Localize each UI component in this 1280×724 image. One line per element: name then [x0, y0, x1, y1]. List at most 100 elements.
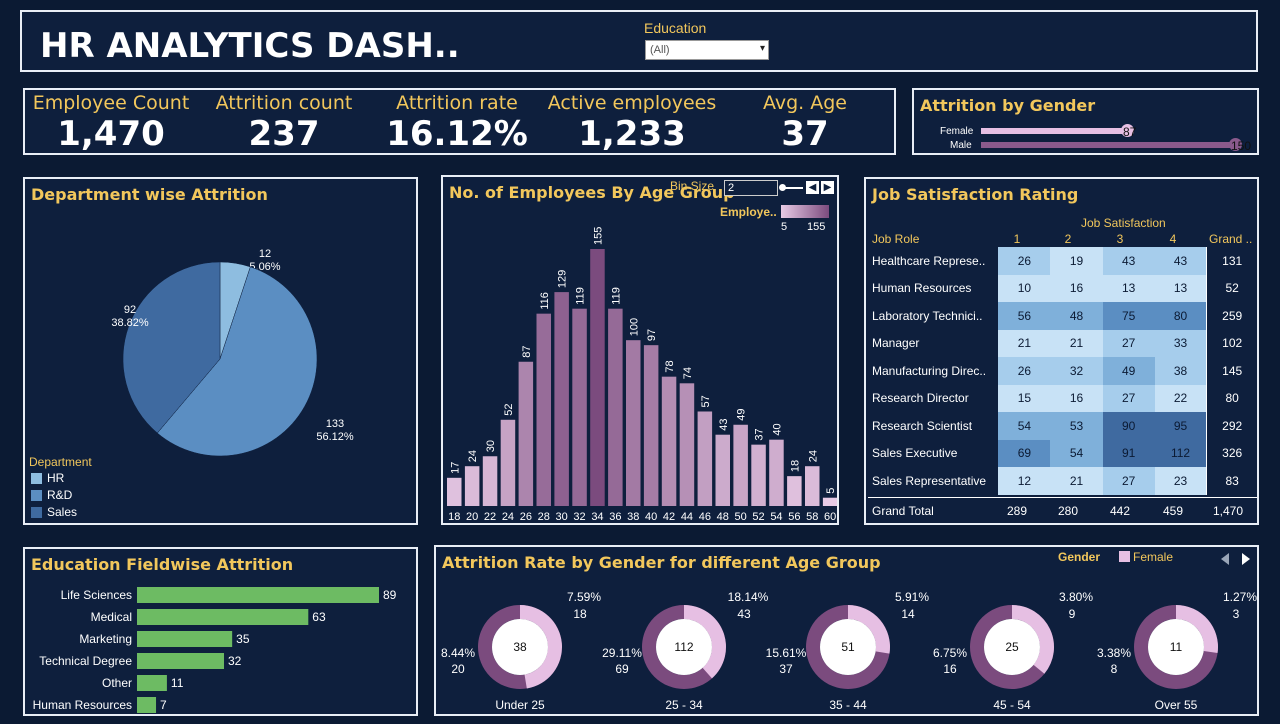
age-bar[interactable]: [715, 434, 731, 506]
satisfaction-cell[interactable]: 16: [1050, 384, 1103, 412]
satisfaction-cell[interactable]: 75: [1102, 302, 1155, 330]
satisfaction-cell[interactable]: 56: [998, 302, 1051, 330]
satisfaction-cell[interactable]: 23: [1154, 467, 1207, 495]
age-bar[interactable]: [661, 376, 677, 506]
age-bar[interactable]: [643, 345, 659, 506]
age-bar[interactable]: [500, 419, 516, 506]
satisfaction-cell[interactable]: 32: [1050, 357, 1103, 385]
age-bar[interactable]: [572, 308, 587, 506]
age-bar[interactable]: [822, 497, 837, 506]
satisfaction-cell[interactable]: 54: [1050, 439, 1103, 467]
female-count-label: 3: [1233, 607, 1240, 621]
table-row[interactable]: Human Resources 10 16 13 13 52: [868, 274, 1257, 302]
satisfaction-cell[interactable]: 21: [1050, 329, 1103, 357]
satisfaction-cell[interactable]: 26: [998, 357, 1051, 385]
satisfaction-cell[interactable]: 10: [998, 274, 1051, 302]
education-field-bar-chart[interactable]: Life Sciences 89 Medical 63 Marketing 35 Techn…: [25, 549, 416, 714]
age-group-histogram[interactable]: 17 18 24 20 30 22 52 24 87 26 116 28 129 30 119 32 155 34…: [443, 177, 837, 523]
education-filter-select[interactable]: (All) ▾: [645, 40, 769, 60]
table-row[interactable]: Manufacturing Direc.. 26 32 49 38 145: [868, 357, 1257, 385]
satisfaction-cell[interactable]: 19: [1050, 247, 1103, 275]
department-pie-chart[interactable]: 125.06%13356.12%9238.82%: [25, 179, 416, 523]
satisfaction-cell[interactable]: 22: [1154, 384, 1207, 412]
age-bar[interactable]: [536, 313, 552, 506]
satisfaction-cell[interactable]: 48: [1050, 302, 1103, 330]
age-bar[interactable]: [447, 477, 462, 506]
education-bar[interactable]: [137, 609, 309, 625]
table-row[interactable]: Research Director 15 16 27 22 80: [868, 384, 1257, 412]
satisfaction-cell[interactable]: 27: [1102, 467, 1155, 495]
legend-swatch: [31, 507, 42, 518]
age-tick-label: 24: [502, 511, 514, 523]
age-bar[interactable]: [769, 439, 784, 506]
satisfaction-cell[interactable]: 13: [1102, 274, 1155, 302]
grand-total-cell: 442: [1109, 504, 1131, 518]
table-row[interactable]: Healthcare Represe.. 26 19 43 43 131: [868, 247, 1257, 275]
table-row[interactable]: Research Scientist 54 53 90 95 292: [868, 412, 1257, 440]
table-row[interactable]: Manager 21 21 27 33 102: [868, 329, 1257, 357]
satisfaction-cell[interactable]: 33: [1154, 329, 1207, 357]
age-bar[interactable]: [554, 292, 569, 506]
satisfaction-cell[interactable]: 112: [1154, 439, 1207, 467]
education-bar-label: Life Sciences: [61, 588, 132, 602]
age-bar[interactable]: [697, 411, 713, 506]
gender-bar[interactable]: [981, 128, 1129, 134]
satisfaction-cell[interactable]: 91: [1102, 439, 1155, 467]
satisfaction-cell[interactable]: 12: [998, 467, 1051, 495]
dashboard-title: HR ANALYTICS DASH..: [40, 26, 460, 66]
satisfaction-cell[interactable]: 21: [998, 329, 1051, 357]
satisfaction-cell[interactable]: 43: [1102, 247, 1155, 275]
education-bar[interactable]: [137, 675, 167, 691]
male-count-label: 20: [451, 662, 465, 676]
education-bar[interactable]: [137, 587, 379, 603]
kpi-value: 1,233: [578, 114, 686, 154]
female-count-label: 18: [573, 607, 587, 621]
legend-label: HR: [47, 471, 65, 485]
age-bar[interactable]: [482, 456, 498, 506]
age-tick-label: 42: [663, 511, 675, 523]
satisfaction-cell[interactable]: 13: [1154, 274, 1207, 302]
satisfaction-cell[interactable]: 49: [1102, 357, 1155, 385]
age-bar[interactable]: [805, 466, 820, 506]
age-bar[interactable]: [590, 249, 605, 506]
row-total-cell: 259: [1206, 302, 1257, 330]
age-bar-value: 17: [449, 462, 461, 474]
satisfaction-cell[interactable]: 26: [998, 247, 1051, 275]
education-bar[interactable]: [137, 697, 157, 713]
department-legend-title: Department: [29, 455, 92, 469]
age-bar[interactable]: [733, 424, 748, 506]
satisfaction-cell[interactable]: 38: [1154, 357, 1207, 385]
age-bar[interactable]: [464, 466, 480, 506]
satisfaction-cell[interactable]: 15: [998, 384, 1051, 412]
age-tick-label: 56: [788, 511, 800, 523]
satisfaction-cell[interactable]: 80: [1154, 302, 1207, 330]
age-tick-label: 28: [538, 511, 550, 523]
age-bar[interactable]: [679, 383, 695, 506]
satisfaction-cell[interactable]: 69: [998, 439, 1051, 467]
satisfaction-cell[interactable]: 16: [1050, 274, 1103, 302]
satisfaction-cell[interactable]: 54: [998, 412, 1051, 440]
gender-age-donuts[interactable]: 387.59%188.44%20Under 2511218.14%4329.11…: [436, 547, 1257, 714]
education-bar[interactable]: [137, 653, 225, 669]
satisfaction-cell[interactable]: 27: [1102, 384, 1155, 412]
age-bar[interactable]: [608, 308, 623, 506]
age-bar[interactable]: [787, 476, 802, 506]
education-bar-value: 63: [312, 610, 326, 624]
table-row[interactable]: Sales Executive 69 54 91 112 326: [868, 439, 1257, 467]
chevron-down-icon[interactable]: ▾: [760, 43, 765, 54]
job-satisfaction-table: Healthcare Represe.. 26 19 43 43 131 Human Res…: [868, 247, 1257, 495]
satisfaction-cell[interactable]: 27: [1102, 329, 1155, 357]
satisfaction-cell[interactable]: 43: [1154, 247, 1207, 275]
age-bar[interactable]: [751, 444, 766, 506]
table-row[interactable]: Sales Representative 12 21 27 23 83: [868, 467, 1257, 495]
gender-bar[interactable]: [981, 142, 1237, 148]
age-bar[interactable]: [518, 361, 534, 506]
education-bar-label: Marketing: [79, 632, 132, 646]
table-row[interactable]: Laboratory Technici.. 56 48 75 80 259: [868, 302, 1257, 330]
satisfaction-cell[interactable]: 90: [1102, 412, 1155, 440]
age-bar[interactable]: [626, 340, 641, 506]
education-bar[interactable]: [137, 631, 233, 647]
satisfaction-cell[interactable]: 95: [1154, 412, 1207, 440]
satisfaction-cell[interactable]: 53: [1050, 412, 1103, 440]
satisfaction-cell[interactable]: 21: [1050, 467, 1103, 495]
